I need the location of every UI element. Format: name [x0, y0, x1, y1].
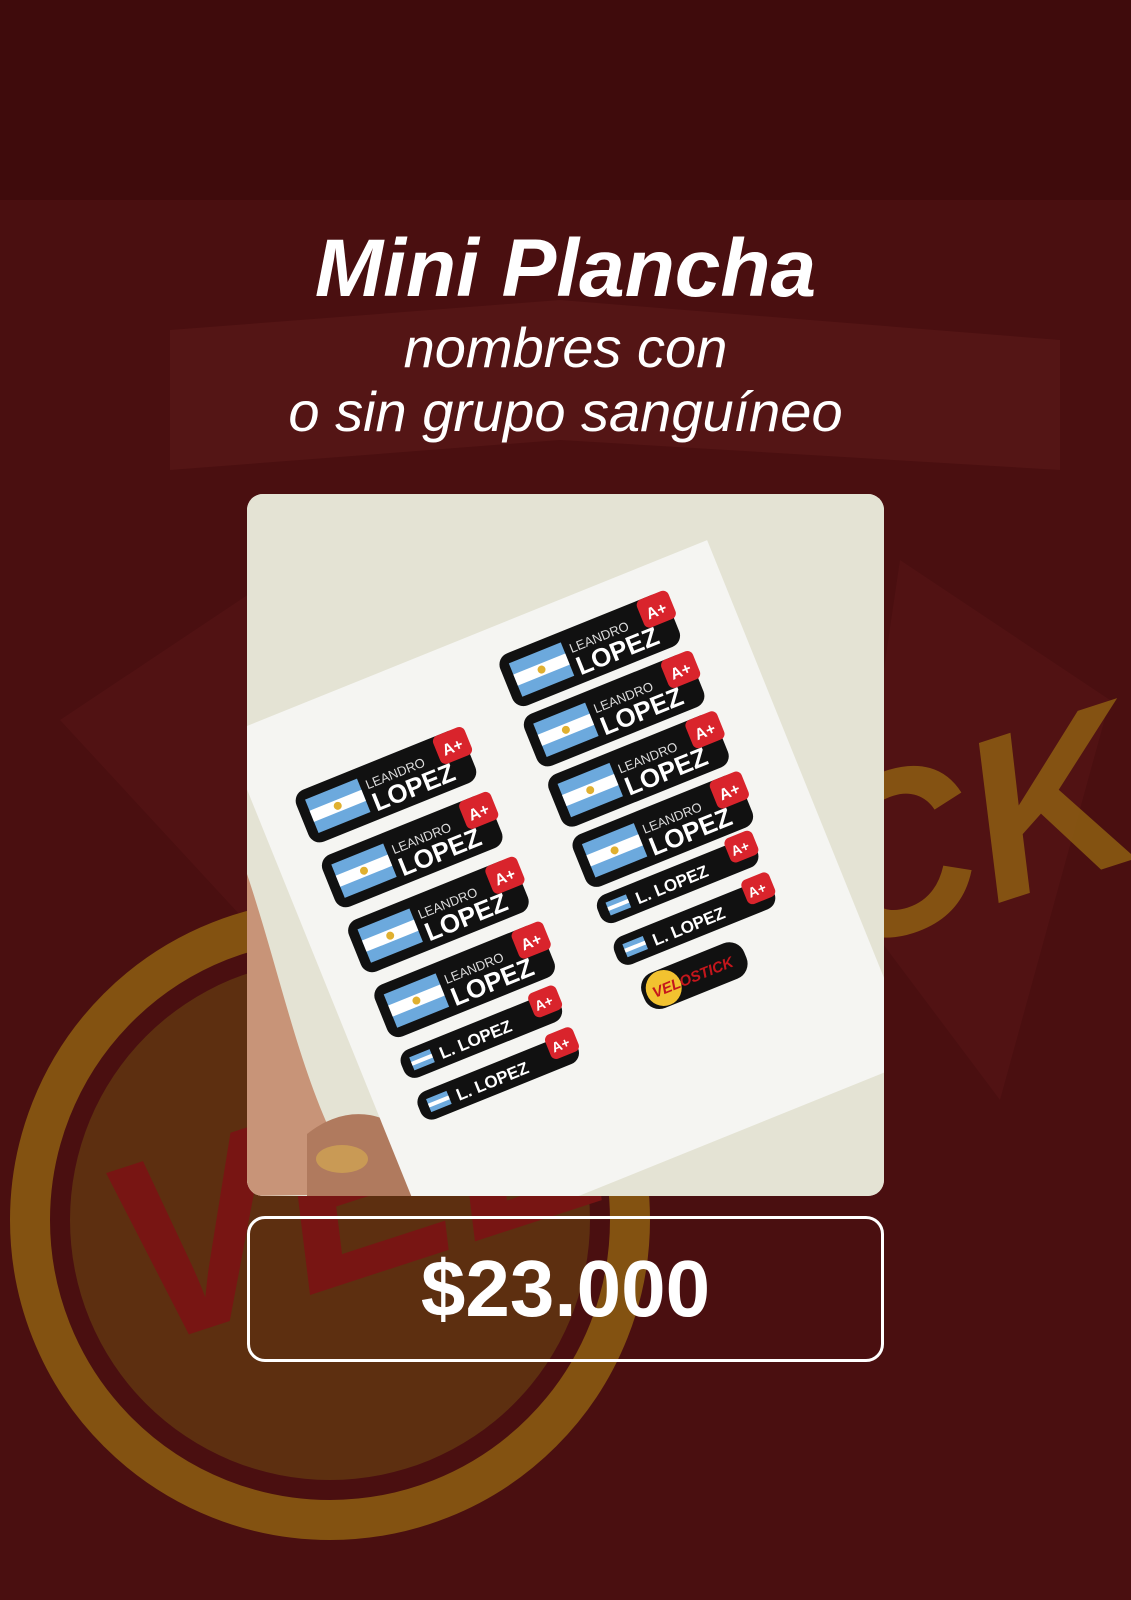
sticker-sheet-image: A+ LEANDRO LOPEZ L. LOPEZ A+: [247, 494, 884, 1196]
product-photo: A+ LEANDRO LOPEZ L. LOPEZ A+: [247, 494, 884, 1196]
page-title: Mini Plancha: [314, 223, 817, 314]
subtitle-line-2: o sin grupo sanguíneo: [288, 380, 843, 443]
price-label: $23.000: [420, 1244, 711, 1333]
subtitle: nombres con o sin grupo sanguíneo: [0, 316, 1131, 444]
subtitle-line-1: nombres con: [403, 316, 728, 379]
price-box: $23.000: [247, 1216, 884, 1362]
